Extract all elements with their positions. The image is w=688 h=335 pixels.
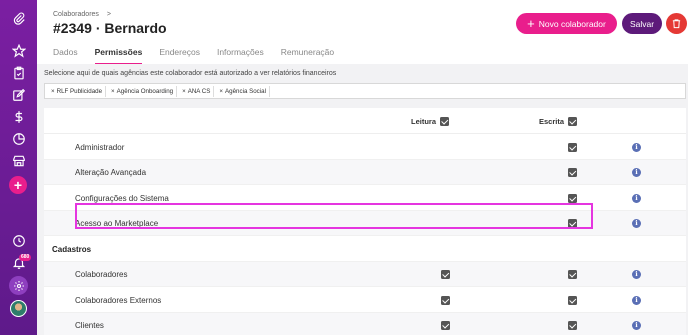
info-icon[interactable]: i xyxy=(632,296,641,305)
new-collaborator-label: Novo colaborador xyxy=(538,18,606,29)
dollar-icon[interactable] xyxy=(0,107,37,127)
agency-chip[interactable]: × Agência Social xyxy=(216,85,270,97)
group-title: Cadastros xyxy=(52,245,92,254)
agency-chip[interactable]: × ANA CS xyxy=(179,85,215,97)
remove-icon[interactable]: × xyxy=(219,88,223,95)
read-checkbox[interactable] xyxy=(441,321,450,330)
write-checkbox[interactable] xyxy=(568,321,577,330)
edit-icon[interactable] xyxy=(0,85,37,105)
trash-icon xyxy=(672,19,681,29)
page-title: #2349 · Bernardo xyxy=(53,20,167,36)
info-icon[interactable]: i xyxy=(632,219,641,228)
new-collaborator-button[interactable]: + Novo colaborador xyxy=(516,13,617,34)
permissions-panel: Selecione aqui de quais agências este co… xyxy=(37,64,688,335)
agency-chip[interactable]: × RLF Publicidade xyxy=(48,85,107,97)
add-icon[interactable]: + xyxy=(9,176,27,194)
read-checkbox[interactable] xyxy=(441,270,450,279)
star-icon[interactable] xyxy=(0,41,37,61)
clipboard-check-icon[interactable] xyxy=(0,63,37,83)
table-row: Colaboradores i xyxy=(44,262,686,287)
write-all-checkbox[interactable] xyxy=(568,117,578,126)
agency-chip[interactable]: × Agência Onboarding xyxy=(108,85,178,97)
info-icon[interactable]: i xyxy=(632,321,641,330)
table-row: Administrador i xyxy=(44,135,686,160)
clock-icon[interactable] xyxy=(0,231,37,251)
table-row: Clientes i xyxy=(44,313,686,335)
remove-icon[interactable]: × xyxy=(182,88,186,95)
write-checkbox[interactable] xyxy=(568,270,577,279)
plus-icon: + xyxy=(527,15,535,31)
info-icon[interactable]: i xyxy=(632,270,641,279)
tab-permissoes[interactable]: Permissões xyxy=(94,47,142,65)
save-button[interactable]: Salvar xyxy=(622,13,662,34)
write-column-header: Escrita xyxy=(539,117,578,126)
permissions-table: Leitura Escrita Administrador i Alteraçã… xyxy=(44,108,686,335)
breadcrumb-link[interactable]: Colaboradores xyxy=(53,11,99,18)
avatar[interactable] xyxy=(10,300,27,317)
write-checkbox[interactable] xyxy=(568,168,577,177)
highlight-box xyxy=(75,203,593,229)
read-all-checkbox[interactable] xyxy=(440,117,450,126)
store-icon[interactable] xyxy=(0,151,37,171)
table-row: Alteração Avançada i xyxy=(44,160,686,185)
tab-bar: Dados Permissões Endereços Informações R… xyxy=(53,47,351,65)
gear-icon[interactable] xyxy=(9,276,28,295)
tab-dados[interactable]: Dados xyxy=(53,47,78,63)
group-row: Cadastros xyxy=(44,237,686,262)
agency-multiselect[interactable]: × RLF Publicidade × Agência Onboarding × AN… xyxy=(44,83,686,99)
write-checkbox[interactable] xyxy=(568,194,577,203)
agencies-hint: Selecione aqui de quais agências este co… xyxy=(44,70,337,77)
notification-badge: 680 xyxy=(19,254,32,261)
paperclip-icon[interactable] xyxy=(0,9,37,29)
table-row: Colaboradores Externos i xyxy=(44,288,686,313)
app-root: + 680 Colaboradores > #2349 · Bernardo +… xyxy=(0,0,688,335)
remove-icon[interactable]: × xyxy=(111,88,115,95)
table-header: Leitura Escrita xyxy=(44,108,686,134)
write-checkbox[interactable] xyxy=(568,296,577,305)
tab-informacoes[interactable]: Informações xyxy=(217,47,264,63)
delete-button[interactable] xyxy=(666,13,687,34)
write-checkbox[interactable] xyxy=(568,143,577,152)
info-icon[interactable]: i xyxy=(632,168,641,177)
pie-chart-icon[interactable] xyxy=(0,129,37,149)
read-checkbox[interactable] xyxy=(441,296,450,305)
sidebar: + 680 xyxy=(0,0,37,335)
info-icon[interactable]: i xyxy=(632,194,641,203)
tab-enderecos[interactable]: Endereços xyxy=(159,47,200,63)
read-column-header: Leitura xyxy=(411,117,450,126)
remove-icon[interactable]: × xyxy=(51,88,55,95)
info-icon[interactable]: i xyxy=(632,143,641,152)
chevron-right-icon: > xyxy=(106,11,111,18)
breadcrumb: Colaboradores > xyxy=(53,11,111,18)
tab-remuneracao[interactable]: Remuneração xyxy=(281,47,334,63)
